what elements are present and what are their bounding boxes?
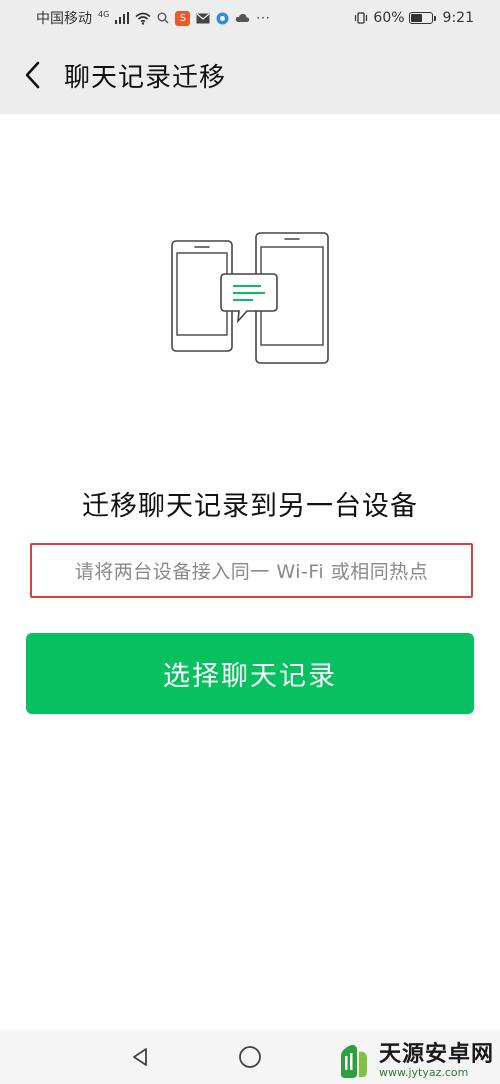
watermark-name: 天源安卓网 [378,1042,494,1067]
back-button[interactable] [0,36,64,114]
main-heading: 迁移聊天记录到另一台设备 [82,491,418,522]
wifi-hint-text: 请将两台设备接入同一 Wi-Fi 或相同热点 [74,561,429,583]
select-chat-history-button[interactable]: 选择聊天记录 [26,633,474,714]
chevron-left-icon [25,61,40,89]
watermark-logo-icon [340,1044,367,1078]
watermark: 天源安卓网 www.jytyaz.com [335,1042,494,1080]
network-type-label: 4G [98,9,110,19]
status-bar: 中国移动 4G S ··· 60% 9:21 [0,0,500,36]
app-notification-icon: S [175,10,191,26]
battery-icon [408,12,436,24]
page-title: 聊天记录迁移 [64,62,227,93]
cloud-icon [235,13,250,23]
more-notifications-icon: ··· [256,11,271,25]
wifi-icon [135,12,151,25]
nav-home-button[interactable] [230,1037,270,1077]
status-bar-right: 60% 9:21 [353,10,474,26]
carrier-label: 中国移动 [36,11,92,27]
triangle-back-icon [133,1048,147,1066]
circle-home-icon [239,1046,261,1068]
status-bar-left: 中国移动 4G S ··· [36,8,271,28]
clock-label: 9:21 [442,10,474,26]
nav-back-button[interactable] [120,1037,160,1077]
title-bar: 聊天记录迁移 [0,36,500,114]
signal-icon [115,12,130,24]
watermark-url: www.jytyaz.com [378,1066,469,1079]
wifi-hint-box: 请将两台设备接入同一 Wi-Fi 或相同热点 [30,543,473,598]
app-circle-icon [216,12,229,25]
mail-icon [196,13,210,24]
battery-percent-label: 60% [373,10,405,26]
vibrate-icon [353,12,369,24]
search-icon [157,12,169,24]
phone-to-phone-transfer-icon [165,225,335,370]
